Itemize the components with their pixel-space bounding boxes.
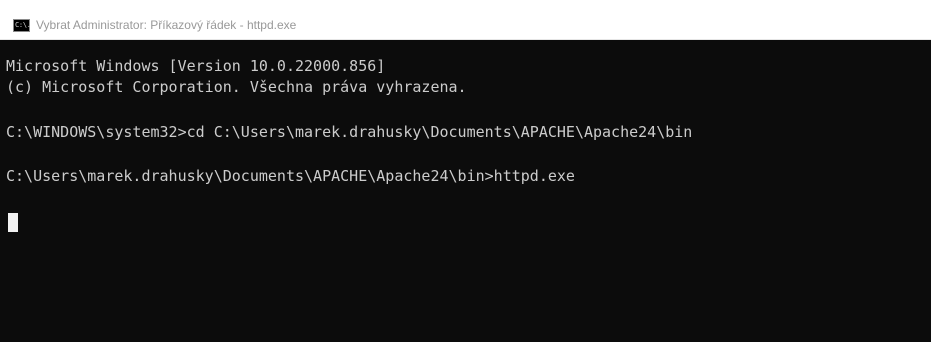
console-line: Microsoft Windows [Version 10.0.22000.85… xyxy=(6,57,386,75)
command-prompt-icon-label: C:\. xyxy=(15,21,31,29)
console-line: (c) Microsoft Corporation. Všechna práva… xyxy=(6,78,467,96)
text-cursor xyxy=(8,213,18,232)
console-line: C:\Users\marek.drahusky\Documents\APACHE… xyxy=(6,167,575,185)
command-prompt-icon: C:\. xyxy=(13,19,31,32)
window-titlebar[interactable]: C:\. Vybrat Administrator: Příkazový řád… xyxy=(0,0,931,40)
console-output[interactable]: Microsoft Windows [Version 10.0.22000.85… xyxy=(0,46,931,342)
window-title: Vybrat Administrator: Příkazový řádek - … xyxy=(36,18,297,32)
console-line: C:\WINDOWS\system32>cd C:\Users\marek.dr… xyxy=(6,123,693,141)
command-prompt-window: C:\. Vybrat Administrator: Příkazový řád… xyxy=(0,0,931,342)
